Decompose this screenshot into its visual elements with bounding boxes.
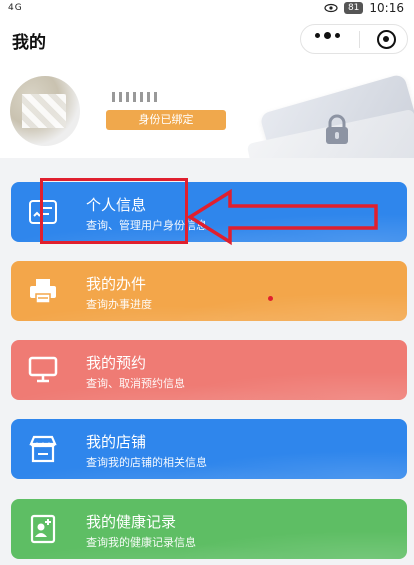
menu-item-subtitle: 查询我的健康记录信息 [86,536,196,549]
printer-icon [30,279,56,304]
menu-item-my-appointments[interactable]: 我的预约 查询、取消预约信息 [11,340,407,400]
monitor-icon [28,356,58,383]
header: 我的 [0,18,414,62]
mini-program-capsule [300,24,408,54]
menu-item-subtitle: 查询、管理用户身份信息 [86,219,207,232]
more-icon[interactable] [315,32,340,39]
username-blurred [112,92,158,102]
menu-item-health-records[interactable]: 我的健康记录 查询我的健康记录信息 [11,499,407,559]
close-target-icon[interactable] [377,30,396,49]
menu-item-my-cases[interactable]: 我的办件 查询办事进度 [11,261,407,321]
menu-item-personal-info[interactable]: 个人信息 查询、管理用户身份信息 [11,182,407,242]
annotation-dot [268,296,273,301]
menu-item-title: 我的办件 [86,275,147,293]
battery-level: 81 [343,2,364,14]
identity-bound-badge: 身份已绑定 [106,110,226,130]
id-card-icon [29,200,57,224]
signal-indicator: 4G [8,3,23,13]
menu-item-subtitle: 查询我的店铺的相关信息 [86,456,207,469]
health-record-icon [30,514,56,544]
menu-item-title: 个人信息 [86,196,147,214]
lock-icon [326,114,348,144]
menu-item-title: 我的店铺 [86,433,147,451]
status-right: 81 10:16 [324,1,404,15]
eye-icon [324,3,338,13]
menu-item-subtitle: 查询、取消预约信息 [86,377,185,390]
avatar[interactable] [10,76,80,146]
store-icon [29,435,57,463]
status-bar: 4G 81 10:16 [0,0,414,18]
page-title: 我的 [12,33,46,53]
menu-item-my-store[interactable]: 我的店铺 查询我的店铺的相关信息 [11,419,407,479]
menu-item-title: 我的健康记录 [86,513,177,531]
menu-item-title: 我的预约 [86,354,147,372]
capsule-divider [359,31,360,48]
status-time: 10:16 [369,1,404,15]
menu-item-subtitle: 查询办事进度 [86,298,152,311]
profile-section: 身份已绑定 [0,62,414,158]
